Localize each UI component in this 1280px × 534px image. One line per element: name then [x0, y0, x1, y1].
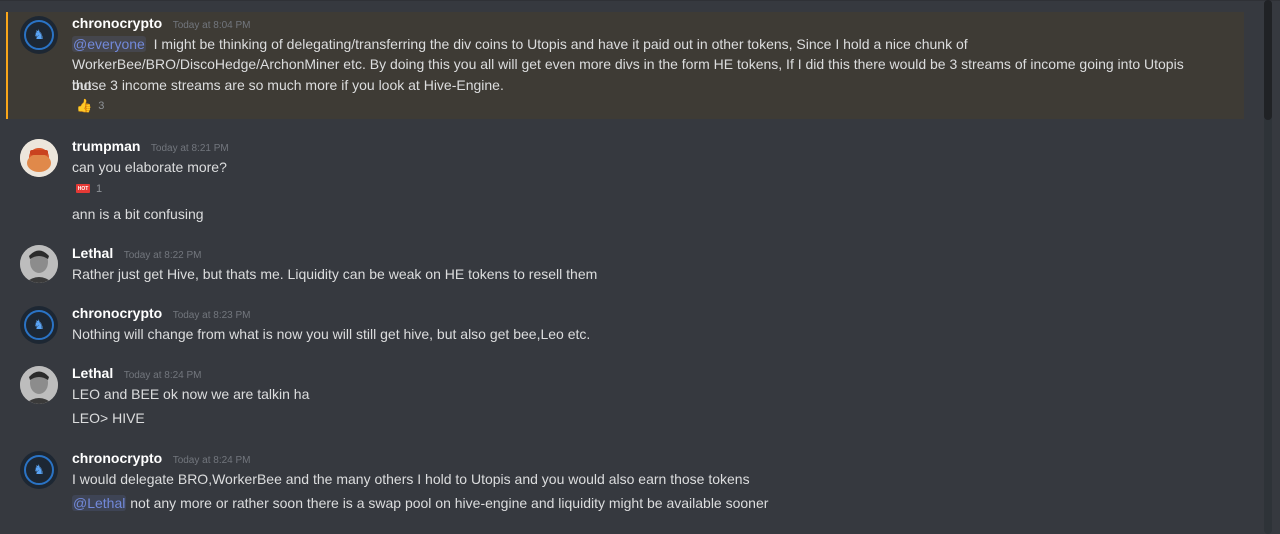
message-text-line: ann is a bit confusing: [72, 206, 204, 222]
scrollbar-thumb[interactable]: [1264, 0, 1272, 120]
mention-everyone[interactable]: @everyone: [72, 36, 146, 52]
timestamp[interactable]: Today at 8:23 PM: [173, 310, 251, 321]
timestamp[interactable]: Today at 8:24 PM: [173, 455, 251, 466]
message-text-line: I would delegate BRO,WorkerBee and the m…: [72, 471, 750, 487]
message-text-line: LEO and BEE ok now we are talkin ha: [72, 386, 310, 402]
lethal-avatar-icon: [20, 245, 58, 283]
message-text-line: Rather just get Hive, but thats me. Liqu…: [72, 266, 598, 282]
username[interactable]: chronocrypto: [72, 450, 162, 466]
reaction-thumbsup[interactable]: 👍 3: [72, 97, 108, 114]
timestamp[interactable]: Today at 8:22 PM: [124, 250, 202, 261]
hot-icon: HOT: [76, 184, 90, 193]
owl-icon: ♞: [24, 310, 54, 340]
message-text: @Lethal not any more or rather soon ther…: [72, 493, 1202, 514]
message-header: chronocrypto Today at 8:04 PM: [72, 15, 251, 33]
username[interactable]: Lethal: [72, 245, 113, 261]
avatar-chronocrypto[interactable]: ♞: [20, 451, 58, 489]
timestamp[interactable]: Today at 8:04 PM: [173, 20, 251, 31]
owl-icon: ♞: [24, 20, 54, 50]
avatar-lethal[interactable]: [20, 366, 58, 404]
username[interactable]: chronocrypto: [72, 305, 162, 321]
message-header: Lethal Today at 8:24 PM: [72, 365, 202, 383]
username[interactable]: trumpman: [72, 138, 140, 154]
message-text-line: I might be thinking of delegating/transf…: [153, 36, 968, 52]
message-text-line: not any more or rather soon there is a s…: [130, 495, 769, 511]
avatar-chronocrypto[interactable]: ♞: [20, 16, 58, 54]
owl-icon: ♞: [24, 455, 54, 485]
mention-lethal[interactable]: @Lethal: [72, 495, 127, 511]
timestamp[interactable]: Today at 8:24 PM: [124, 370, 202, 381]
message-header: chronocrypto Today at 8:24 PM: [72, 450, 251, 468]
avatar-lethal[interactable]: [20, 245, 58, 283]
timestamp[interactable]: Today at 8:21 PM: [151, 143, 229, 154]
lethal-avatar-icon: [20, 366, 58, 404]
message-text-line: those 3 income streams are so much more …: [72, 77, 504, 93]
username[interactable]: chronocrypto: [72, 15, 162, 31]
reaction-count: 1: [96, 182, 103, 195]
username[interactable]: Lethal: [72, 365, 113, 381]
message-text-line: can you elaborate more?: [72, 159, 227, 175]
message-text-line: LEO> HIVE: [72, 410, 145, 426]
avatar-trumpman[interactable]: [20, 139, 58, 177]
avatar-chronocrypto[interactable]: ♞: [20, 306, 58, 344]
trump-avatar-icon: [20, 139, 58, 177]
message-header: chronocrypto Today at 8:23 PM: [72, 305, 251, 323]
message-text-line: Nothing will change from what is now you…: [72, 326, 591, 342]
message-header: Lethal Today at 8:22 PM: [72, 245, 202, 263]
message-text: @everyone I might be thinking of delegat…: [72, 34, 1202, 55]
reaction-count: 3: [98, 99, 105, 112]
thumbs-up-icon: 👍: [76, 97, 93, 113]
reaction-hot[interactable]: HOT 1: [72, 180, 106, 197]
chat-messages: ♞ chronocrypto Today at 8:04 PM @everyon…: [0, 0, 1262, 534]
message-header: trumpman Today at 8:21 PM: [72, 138, 229, 156]
